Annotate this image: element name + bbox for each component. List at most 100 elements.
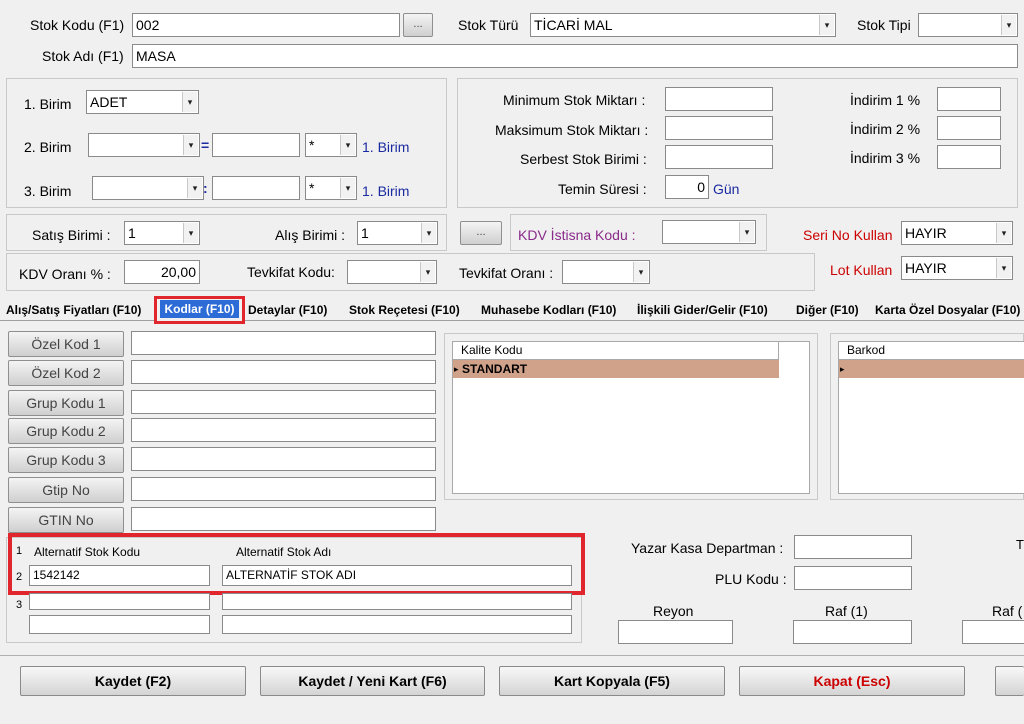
max-stok-input[interactable]	[665, 116, 773, 140]
max-stok-label: Maksimum Stok Miktarı :	[495, 122, 649, 138]
serbest-stok-input[interactable]	[665, 145, 773, 169]
chevron-down-icon[interactable]: ▾	[739, 222, 754, 242]
kart-kopyala-button[interactable]: Kart Kopyala (F5)	[499, 666, 725, 696]
tab-muhasebe-kodlari[interactable]: Muhasebe Kodları (F10)	[481, 299, 616, 321]
grup-kodu2-input[interactable]	[131, 418, 436, 442]
alternatif-code-input-3[interactable]	[29, 593, 210, 610]
tab-kodlar[interactable]: Kodlar (F10)	[160, 300, 239, 318]
footer-divider	[0, 655, 1024, 656]
alternatif-code-input-4[interactable]	[29, 615, 210, 634]
raf1-input[interactable]	[793, 620, 912, 644]
satis-birimi-label: Satış Birimi :	[32, 227, 111, 243]
grup-kodu3-input[interactable]	[131, 447, 436, 471]
chevron-down-icon[interactable]: ▾	[819, 15, 834, 35]
birim2-select[interactable]: ▾	[88, 133, 200, 157]
alternatif-name-input[interactable]: ALTERNATİF STOK ADI	[222, 565, 572, 586]
kapat-button[interactable]: Kapat (Esc)	[739, 666, 965, 696]
plu-label: PLU Kodu :	[715, 571, 787, 587]
chevron-down-icon[interactable]: ▾	[1001, 15, 1016, 35]
stok-kodu-browse-button[interactable]: ...	[403, 13, 433, 37]
alternatif-name-input-4[interactable]	[222, 615, 572, 634]
reyon-input[interactable]	[618, 620, 733, 644]
indirim1-label: İndirim 1 %	[850, 92, 921, 108]
chevron-down-icon[interactable]: ▾	[420, 262, 435, 282]
kaydet-button[interactable]: Kaydet (F2)	[20, 666, 246, 696]
stok-turu-select[interactable]: TİCARİ MAL ▾	[530, 13, 836, 37]
gtin-no-input[interactable]	[131, 507, 436, 531]
stok-kodu-input[interactable]: 002	[132, 13, 400, 37]
kalite-row[interactable]: STANDART	[453, 360, 779, 378]
gtip-no-input[interactable]	[131, 477, 436, 501]
indirim3-input[interactable]	[937, 145, 1001, 169]
birim2-operator-select[interactable]: * ▾	[305, 133, 357, 157]
birim3-factor-input[interactable]	[212, 176, 300, 200]
barkod-grid[interactable]: Barkod ▸	[838, 341, 1024, 494]
tab-alis-satis[interactable]: Alış/Satış Fiyatları (F10)	[6, 299, 141, 321]
alternatif-row-num-3: 3	[16, 599, 23, 611]
ozel-kod1-input[interactable]	[131, 331, 436, 355]
chevron-down-icon[interactable]: ▾	[183, 223, 198, 243]
colon-sign: :	[203, 180, 208, 196]
kdv-orani-input[interactable]: 20,00	[124, 260, 200, 284]
kalite-row-value: STANDART	[462, 362, 528, 376]
chevron-down-icon[interactable]: ▾	[340, 178, 355, 198]
ozel-kod2-button[interactable]: Özel Kod 2	[8, 360, 124, 386]
alternatif-code-input[interactable]: 1542142	[29, 565, 210, 586]
satis-birimi-select[interactable]: 1 ▾	[124, 221, 200, 245]
seri-no-select[interactable]: HAYIR ▾	[901, 221, 1013, 245]
ozel-kod1-button[interactable]: Özel Kod 1	[8, 331, 124, 357]
tab-stok-recetesi[interactable]: Stok Reçetesi (F10)	[349, 299, 460, 321]
chevron-down-icon[interactable]: ▾	[996, 223, 1011, 243]
stok-kodu-label: Stok Kodu (F1)	[30, 17, 125, 33]
chevron-down-icon[interactable]: ▾	[340, 135, 355, 155]
indirim1-input[interactable]	[937, 87, 1001, 111]
min-stok-input[interactable]	[665, 87, 773, 111]
birim1-label: 1. Birim	[24, 96, 72, 112]
chevron-down-icon[interactable]: ▾	[421, 223, 436, 243]
grup-kodu3-button[interactable]: Grup Kodu 3	[8, 447, 124, 473]
chevron-down-icon[interactable]: ▾	[182, 92, 197, 112]
raf2-input[interactable]	[962, 620, 1024, 644]
tevkifat-kodu-select[interactable]: ▾	[347, 260, 437, 284]
tab-detaylar[interactable]: Detaylar (F10)	[248, 299, 327, 321]
stok-adi-input[interactable]: MASA	[132, 44, 1018, 68]
yazar-kasa-input[interactable]	[794, 535, 912, 559]
alternatif-name-input-3[interactable]	[222, 593, 572, 610]
kaydet-yeni-kart-button[interactable]: Kaydet / Yeni Kart (F6)	[260, 666, 485, 696]
grup-kodu2-button[interactable]: Grup Kodu 2	[8, 418, 124, 444]
stok-tipi-select[interactable]: ▾	[918, 13, 1018, 37]
gtin-no-button[interactable]: GTIN No	[8, 507, 124, 533]
birim3-operator-select[interactable]: * ▾	[305, 176, 357, 200]
ozel-kod2-input[interactable]	[131, 360, 436, 384]
indirim2-input[interactable]	[937, 116, 1001, 140]
lot-select[interactable]: HAYIR ▾	[901, 256, 1013, 280]
tab-diger[interactable]: Diğer (F10)	[796, 299, 859, 321]
grup-kodu1-input[interactable]	[131, 390, 436, 414]
chevron-down-icon[interactable]: ▾	[633, 262, 648, 282]
tab-karta-ozel-dosyalar[interactable]: Karta Özel Dosyalar (F10)	[875, 299, 1020, 321]
alis-birimi-select[interactable]: 1 ▾	[357, 221, 438, 245]
tevkifat-orani-select[interactable]: ▾	[562, 260, 650, 284]
birim1-select[interactable]: ADET ▾	[86, 90, 199, 114]
birim3-label: 3. Birim	[24, 183, 72, 199]
kdv-istisna-select[interactable]: ▾	[662, 220, 756, 244]
plu-input[interactable]	[794, 566, 912, 590]
chevron-down-icon[interactable]: ▾	[183, 135, 198, 155]
birim3-select[interactable]: ▾	[92, 176, 204, 200]
chevron-down-icon[interactable]: ▾	[187, 178, 202, 198]
serbest-stok-label: Serbest Stok Birimi :	[520, 151, 647, 167]
birim3-operator-value: *	[309, 180, 315, 196]
kalite-grid[interactable]: Kalite Kodu STANDART ▸	[452, 341, 810, 494]
kdv-istisna-browse-button[interactable]: ...	[460, 221, 502, 245]
gtip-no-button[interactable]: Gtip No	[8, 477, 124, 503]
temin-suresi-input[interactable]: 0	[665, 175, 709, 199]
stok-tipi-label: Stok Tipi	[857, 17, 911, 33]
barkod-header: Barkod	[839, 342, 1024, 360]
chevron-down-icon[interactable]: ▾	[996, 258, 1011, 278]
barkod-row[interactable]	[839, 360, 1024, 378]
temin-unit-label: Gün	[713, 181, 740, 197]
grup-kodu1-button[interactable]: Grup Kodu 1	[8, 390, 124, 416]
birim2-factor-input[interactable]	[212, 133, 300, 157]
extra-button[interactable]	[995, 666, 1024, 696]
tab-iliskili-gider[interactable]: İlişkili Gider/Gelir (F10)	[637, 299, 768, 321]
